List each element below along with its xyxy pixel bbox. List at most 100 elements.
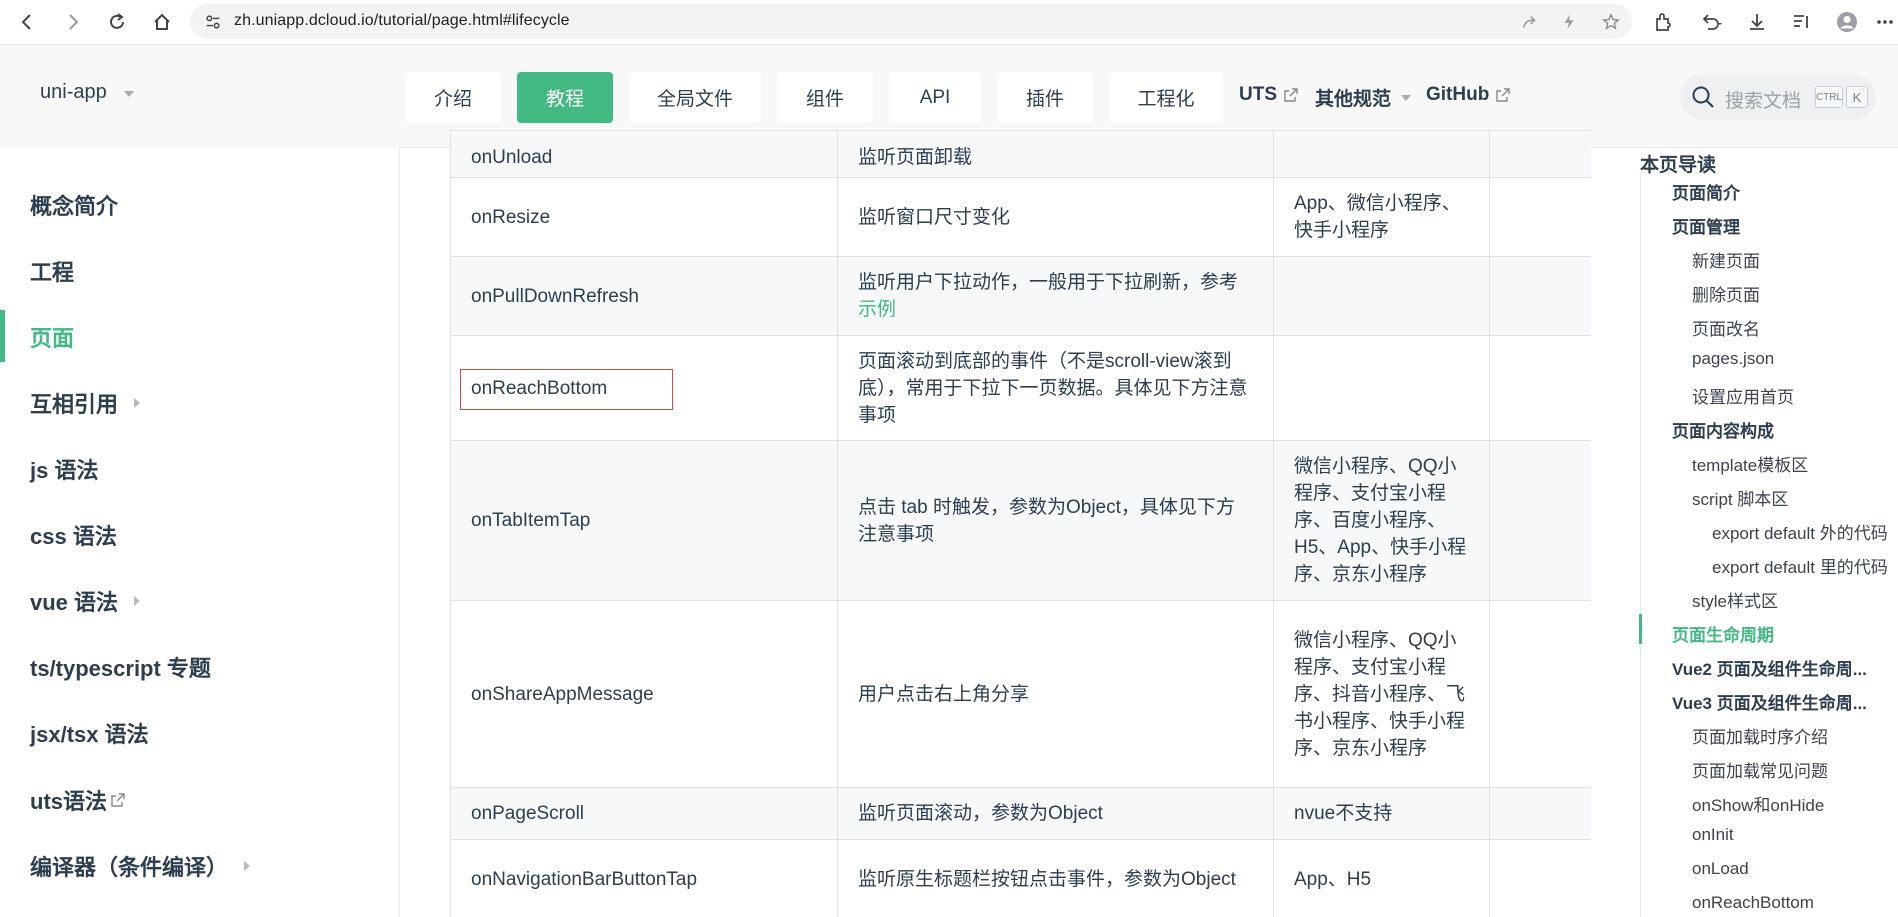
nav-global-files[interactable]: 全局文件 bbox=[629, 72, 761, 123]
sidebar-item-label: js 语法 bbox=[30, 458, 99, 483]
highlight-box bbox=[460, 369, 673, 410]
nav-engineering[interactable]: 工程化 bbox=[1109, 72, 1223, 123]
brand-dropdown[interactable]: uni-app bbox=[40, 81, 107, 104]
toc-item[interactable]: pages.json bbox=[1692, 349, 1774, 369]
sidebar-item-label: ts/typescript 专题 bbox=[30, 656, 211, 681]
sidebar-item-css[interactable]: css 语法 bbox=[30, 519, 117, 551]
sidebar-item-page[interactable]: 页面 bbox=[30, 321, 74, 353]
menu-icon[interactable] bbox=[1870, 7, 1898, 37]
toc-item[interactable]: Vue3 页面及组件生命周... bbox=[1672, 689, 1867, 714]
cell-desc-text: 监听用户下拉动作，一般用于下拉刷新，参考 bbox=[858, 272, 1239, 293]
address-bar[interactable]: zh.uniapp.dcloud.io/tutorial/page.html#l… bbox=[190, 4, 1632, 39]
nav-plugins[interactable]: 插件 bbox=[997, 72, 1093, 123]
cell-desc: 监听页面卸载 bbox=[837, 130, 1274, 178]
reading-list-icon[interactable] bbox=[1786, 7, 1816, 37]
cell-extra bbox=[1489, 787, 1591, 840]
toc-item[interactable]: Vue2 页面及组件生命周... bbox=[1672, 655, 1867, 680]
toc-item[interactable]: script 脚本区 bbox=[1692, 485, 1788, 510]
cell-extra bbox=[1489, 600, 1591, 788]
cell-platform bbox=[1273, 130, 1490, 178]
toc-item[interactable]: 页面加载常见问题 bbox=[1692, 757, 1828, 782]
toc-item[interactable]: 新建页面 bbox=[1692, 247, 1760, 272]
sidebar-item-references[interactable]: 互相引用 bbox=[30, 387, 141, 419]
cell-platform: App、H5 bbox=[1273, 839, 1490, 917]
home-icon[interactable] bbox=[147, 7, 177, 37]
chevron-right-icon bbox=[134, 398, 141, 408]
sidebar-item-label: css 语法 bbox=[30, 524, 117, 549]
toc-item[interactable]: 页面简介 bbox=[1672, 179, 1740, 204]
sidebar-item-uts[interactable]: uts语法 bbox=[30, 784, 125, 816]
table-of-contents: 本页导读 页面简介 页面管理 新建页面 删除页面 页面改名 pages.json… bbox=[1630, 147, 1898, 917]
nav-components[interactable]: 组件 bbox=[777, 72, 873, 123]
chevron-down-icon bbox=[124, 91, 134, 97]
cell-extra bbox=[1489, 839, 1591, 917]
sidebar-item-jsx[interactable]: jsx/tsx 语法 bbox=[30, 717, 149, 749]
external-link-icon bbox=[111, 793, 125, 807]
forward-icon[interactable] bbox=[58, 7, 88, 37]
chevron-right-icon bbox=[134, 596, 141, 606]
nav-tutorial[interactable]: 教程 bbox=[517, 72, 613, 123]
toc-title: 本页导读 bbox=[1640, 155, 1717, 176]
browser-toolbar: zh.uniapp.dcloud.io/tutorial/page.html#l… bbox=[0, 0, 1898, 45]
sidebar-item-js[interactable]: js 语法 bbox=[30, 453, 98, 485]
extension-bolt-icon[interactable] bbox=[1558, 11, 1580, 33]
search-button[interactable]: 搜索文档 CTRL K bbox=[1680, 74, 1876, 120]
sidebar-item-label: 页面 bbox=[30, 326, 75, 351]
sidebar-item-label: 工程 bbox=[30, 260, 75, 285]
toc-item[interactable]: 页面内容构成 bbox=[1672, 417, 1774, 442]
extensions-icon[interactable] bbox=[1648, 7, 1678, 37]
undo-icon[interactable] bbox=[1696, 7, 1726, 37]
sidebar-item-vue[interactable]: vue 语法 bbox=[30, 585, 141, 617]
sidebar-item-typescript[interactable]: ts/typescript 专题 bbox=[30, 651, 211, 683]
example-link[interactable]: 示例 bbox=[858, 299, 896, 320]
toc-item[interactable]: 页面改名 bbox=[1692, 315, 1760, 340]
cell-extra bbox=[1489, 130, 1591, 178]
cell-desc: 点击 tab 时触发，参数为Object，具体见下方注意事项 bbox=[837, 440, 1274, 601]
toc-item[interactable]: 删除页面 bbox=[1692, 281, 1760, 306]
cell-extra bbox=[1489, 177, 1591, 257]
cell-platform bbox=[1273, 256, 1490, 336]
toc-item[interactable]: 页面管理 bbox=[1672, 213, 1740, 238]
toc-item[interactable]: export default 里的代码 bbox=[1712, 553, 1888, 578]
toc-item[interactable]: template模板区 bbox=[1692, 451, 1808, 476]
toc-item[interactable]: onShow和onHide bbox=[1692, 791, 1824, 816]
share-icon[interactable] bbox=[1518, 11, 1540, 33]
back-icon[interactable] bbox=[12, 7, 42, 37]
sidebar-item-project[interactable]: 工程 bbox=[30, 255, 74, 287]
table-row: onNavigationBarButtonTap 监听原生标题栏按钮点击事件，参… bbox=[450, 839, 1591, 917]
external-link-icon bbox=[1496, 88, 1511, 102]
download-icon[interactable] bbox=[1742, 7, 1772, 37]
cell-name: onUnload bbox=[450, 130, 838, 178]
toc-item[interactable]: onLoad bbox=[1692, 859, 1749, 879]
sidebar-item-label: jsx/tsx 语法 bbox=[30, 722, 149, 747]
table-row: onPullDownRefresh 监听用户下拉动作，一般用于下拉刷新，参考示例 bbox=[450, 256, 1591, 336]
nav-github-link[interactable]: GitHub bbox=[1426, 84, 1511, 106]
cell-name: onPullDownRefresh bbox=[450, 256, 838, 336]
nav-uts-link[interactable]: UTS bbox=[1239, 84, 1298, 106]
site-info-icon[interactable] bbox=[202, 11, 224, 33]
nav-other-specs[interactable]: 其他规范 bbox=[1315, 84, 1412, 111]
sidebar-item-compiler[interactable]: 编译器（条件编译） bbox=[30, 850, 251, 882]
sidebar-item-label: uts语法 bbox=[30, 789, 108, 814]
nav-intro[interactable]: 介绍 bbox=[405, 72, 501, 123]
toc-item[interactable]: onInit bbox=[1692, 825, 1734, 845]
cell-platform: App、微信小程序、快手小程序 bbox=[1273, 177, 1490, 257]
sidebar-item-concepts[interactable]: 概念简介 bbox=[30, 189, 118, 221]
sidebar-item-label: 概念简介 bbox=[30, 194, 119, 219]
profile-icon[interactable] bbox=[1832, 7, 1862, 37]
toc-item[interactable]: export default 外的代码 bbox=[1712, 519, 1888, 544]
toc-item[interactable]: 页面加载时序介绍 bbox=[1692, 723, 1828, 748]
nav-api[interactable]: API bbox=[889, 72, 981, 123]
chevron-down-icon bbox=[1401, 94, 1412, 101]
toc-item[interactable]: style样式区 bbox=[1692, 587, 1778, 612]
cell-extra bbox=[1489, 440, 1591, 601]
reload-icon[interactable] bbox=[102, 7, 132, 37]
cell-platform: 微信小程序、QQ小程序、支付宝小程序、抖音小程序、飞书小程序、快手小程序、京东小… bbox=[1273, 600, 1490, 788]
bookmark-star-icon[interactable] bbox=[1600, 11, 1622, 33]
lifecycle-table: onUnload 监听页面卸载 onResize 监听窗口尺寸变化 App、微信… bbox=[450, 130, 1591, 917]
search-icon bbox=[1692, 86, 1714, 108]
toc-item[interactable]: 设置应用首页 bbox=[1692, 383, 1794, 408]
toc-item[interactable]: onReachBottom bbox=[1692, 893, 1814, 913]
active-indicator bbox=[0, 310, 5, 362]
toc-item-active[interactable]: 页面生命周期 bbox=[1672, 621, 1774, 646]
